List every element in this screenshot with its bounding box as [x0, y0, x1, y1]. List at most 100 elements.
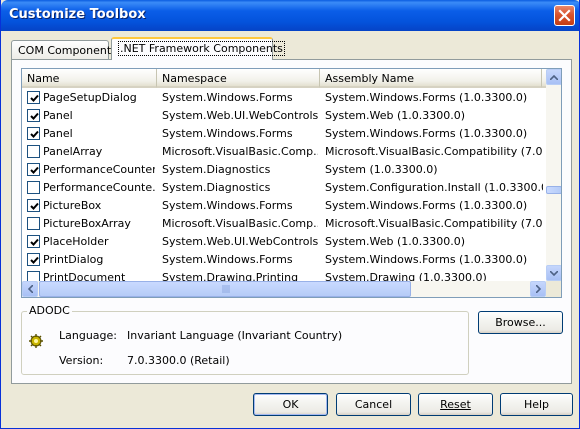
component-assembly: Microsoft.VisualBasic.Compatibility (7.0…	[325, 217, 543, 230]
component-namespace: System.Windows.Forms	[162, 91, 293, 104]
ok-button[interactable]: OK	[253, 393, 328, 416]
component-checkbox[interactable]	[27, 145, 40, 158]
component-assembly: System.Windows.Forms (1.0.3300.0)	[325, 91, 528, 104]
component-assembly: System (1.0.3300.0)	[325, 163, 438, 176]
window-title: Customize Toolbox	[9, 7, 146, 22]
reset-button-label: Reset	[440, 398, 471, 411]
customize-toolbox-dialog: Customize Toolbox COM Components .NET Fr…	[0, 0, 580, 429]
tab-net-framework-components[interactable]: .NET Framework Components	[111, 37, 285, 60]
chevron-right-icon	[535, 285, 541, 293]
component-name: PrintDocument	[43, 271, 126, 281]
column-header-name[interactable]: Name	[22, 69, 157, 88]
column-header-namespace[interactable]: Namespace	[157, 69, 320, 88]
component-namespace: System.Diagnostics	[162, 181, 271, 194]
list-item[interactable]: Panel System.Windows.Forms System.Windows.…	[22, 124, 546, 142]
component-checkbox[interactable]	[27, 163, 40, 176]
checkmark-icon	[30, 256, 39, 264]
list-item[interactable]: PictureBox System.Windows.Forms System.Win…	[22, 196, 546, 214]
component-namespace: Microsoft.VisualBasic.Comp...	[162, 145, 318, 158]
component-namespace: System.Windows.Forms	[162, 253, 293, 266]
component-info-title: ADODC	[27, 304, 72, 317]
checkmark-icon	[30, 238, 39, 246]
component-name: PlaceHolder	[43, 235, 109, 248]
list-item[interactable]: PrintDialog System.Windows.Forms System.Wi…	[22, 250, 546, 268]
vertical-scroll-thumb[interactable]	[546, 186, 561, 194]
scrollbar-corner	[546, 281, 561, 297]
tab-com-components[interactable]: COM Components	[11, 40, 117, 61]
component-name: PageSetupDialog	[43, 91, 137, 104]
browse-button[interactable]: Browse...	[478, 311, 563, 334]
list-item[interactable]: PerformanceCounter System.Diagnostics Syst…	[22, 160, 546, 178]
checkmark-icon	[30, 130, 39, 138]
component-name: PerformanceCounte...	[43, 181, 155, 194]
component-namespace: Microsoft.VisualBasic.Comp...	[162, 217, 318, 230]
component-checkbox[interactable]	[27, 127, 40, 140]
component-assembly: System.Windows.Forms (1.0.3300.0)	[325, 199, 528, 212]
component-namespace: System.Diagnostics	[162, 163, 271, 176]
scroll-right-button[interactable]	[530, 281, 546, 297]
component-assembly: Microsoft.VisualBasic.Compatibility (7.0…	[325, 145, 543, 158]
component-name: Panel	[43, 127, 73, 140]
component-assembly: System.Web (1.0.3300.0)	[325, 235, 466, 248]
scroll-left-button[interactable]	[22, 281, 38, 297]
component-checkbox[interactable]	[27, 253, 40, 266]
tab-label: COM Components	[18, 44, 117, 57]
list-item[interactable]: PlaceHolder System.Web.UI.WebControls Syst…	[22, 232, 546, 250]
component-checkbox[interactable]	[27, 91, 40, 104]
component-name: PictureBox	[43, 199, 102, 212]
component-checkbox[interactable]	[27, 199, 40, 212]
close-button[interactable]	[554, 5, 575, 26]
component-icon	[29, 334, 43, 348]
component-name: PanelArray	[43, 145, 103, 158]
component-assembly: System.Configuration.Install (1.0.3300.0…	[325, 181, 543, 194]
grip-icon	[222, 285, 230, 293]
vertical-scrollbar[interactable]	[546, 69, 561, 281]
list-item[interactable]: PictureBoxArray Microsoft.VisualBasic.Com…	[22, 214, 546, 232]
tab-label: .NET Framework Components	[118, 41, 285, 56]
title-bar[interactable]: Customize Toolbox	[1, 0, 579, 31]
component-assembly: System.Web (1.0.3300.0)	[325, 109, 466, 122]
help-button[interactable]: Help	[500, 393, 573, 416]
ok-button-label: OK	[282, 398, 299, 411]
checkmark-icon	[30, 202, 39, 210]
horizontal-scroll-thumb[interactable]	[39, 281, 411, 297]
component-checkbox[interactable]	[27, 271, 40, 281]
language-value: Invariant Language (Invariant Country)	[127, 329, 343, 342]
scroll-up-button[interactable]	[546, 69, 561, 85]
chevron-left-icon	[27, 285, 33, 293]
list-item[interactable]: PerformanceCounte... System.Diagnostics Sy…	[22, 178, 546, 196]
horizontal-scrollbar[interactable]	[22, 281, 546, 297]
help-button-label: Help	[523, 398, 550, 411]
checkmark-icon	[30, 112, 39, 120]
list-item[interactable]: PanelArray Microsoft.VisualBasic.Comp... M…	[22, 142, 546, 160]
component-checkbox[interactable]	[27, 181, 40, 194]
component-assembly: System.Drawing (1.0.3300.0)	[325, 271, 487, 281]
list-item[interactable]: PrintDocument System.Drawing.Printing Syst…	[22, 268, 546, 281]
components-list[interactable]: Name Namespace Assembly Name PageSetupDi…	[21, 68, 562, 298]
component-checkbox[interactable]	[27, 235, 40, 248]
chevron-up-icon	[550, 74, 558, 80]
version-label: Version:	[59, 354, 104, 367]
version-value: 7.0.3300.0 (Retail)	[127, 354, 230, 367]
column-header-assembly-name[interactable]: Assembly Name	[320, 69, 542, 88]
checkmark-icon	[30, 166, 39, 174]
close-icon	[558, 9, 571, 22]
component-namespace: System.Windows.Forms	[162, 127, 293, 140]
component-checkbox[interactable]	[27, 217, 40, 230]
component-name: Panel	[43, 109, 73, 122]
component-checkbox[interactable]	[27, 109, 40, 122]
component-namespace: System.Web.UI.WebControls	[162, 109, 318, 122]
reset-button[interactable]: Reset	[418, 393, 493, 416]
list-item[interactable]: Panel System.Web.UI.WebControls System.Web…	[22, 106, 546, 124]
component-namespace: System.Windows.Forms	[162, 199, 293, 212]
component-name: PrintDialog	[43, 253, 104, 266]
component-namespace: System.Drawing.Printing	[162, 271, 299, 281]
component-name: PerformanceCounter	[43, 163, 155, 176]
chevron-down-icon	[550, 270, 558, 276]
component-assembly: System.Windows.Forms (1.0.3300.0)	[325, 127, 528, 140]
list-item[interactable]: PageSetupDialog System.Windows.Forms Syste…	[22, 88, 546, 106]
scroll-down-button[interactable]	[546, 265, 561, 281]
checkmark-icon	[30, 94, 39, 102]
component-namespace: System.Web.UI.WebControls	[162, 235, 318, 248]
cancel-button[interactable]: Cancel	[336, 393, 411, 416]
